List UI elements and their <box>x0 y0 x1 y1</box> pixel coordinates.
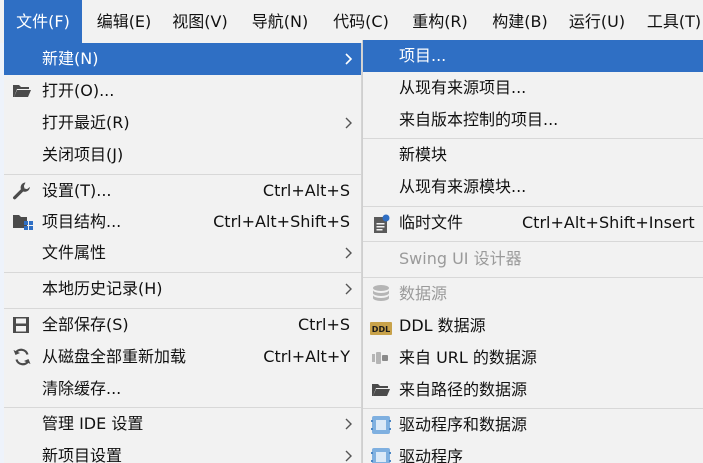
new-submenu-driver-label: 驱动程序 <box>399 447 464 463</box>
new-submenu-data-source: 数据源 <box>363 278 703 310</box>
file-menu-local-history[interactable]: 本地历史记录(H) <box>4 273 361 305</box>
file-menu-open-label: 打开(O)... <box>42 81 115 100</box>
new-submenu-module-from-existing[interactable]: 从现有来源模块... <box>363 171 703 203</box>
driver-icon <box>371 447 391 463</box>
save-icon <box>12 316 32 336</box>
file-menu-file-properties[interactable]: 文件属性 <box>4 237 361 268</box>
new-submenu-project-from-existing[interactable]: 从现有来源项目... <box>363 72 703 104</box>
folder-datasource-icon <box>371 381 391 401</box>
file-menu: 新建(N) 打开(O)... 打开最近(R) 关闭项目(J) 设置(T)... … <box>4 43 362 463</box>
submenu-arrow-icon <box>345 43 355 75</box>
new-submenu-scratch-file[interactable]: 临时文件 Ctrl+Alt+Shift+Insert <box>363 207 703 239</box>
file-menu-new-project-settings[interactable]: 新项目设置 <box>4 440 361 463</box>
new-submenu-scratch-file-shortcut: Ctrl+Alt+Shift+Insert <box>522 213 695 232</box>
file-menu-new-project-settings-label: 新项目设置 <box>42 446 123 463</box>
new-submenu: 项目... 从现有来源项目... 来自版本控制的项目... 新模块 从现有来源模… <box>362 40 703 463</box>
project-structure-icon <box>12 212 33 232</box>
file-menu-save-all[interactable]: 全部保存(S) Ctrl+S <box>4 309 361 341</box>
menubar-refactor[interactable]: 重构(R) <box>404 0 476 43</box>
new-submenu-path-data-source[interactable]: 来自路径的数据源 <box>363 374 703 406</box>
new-submenu-path-data-source-label: 来自路径的数据源 <box>399 380 528 399</box>
svg-text:DDL: DDL <box>372 325 390 334</box>
submenu-arrow-icon <box>345 273 355 305</box>
menubar-tools[interactable]: 工具(T) <box>638 0 703 43</box>
file-menu-settings[interactable]: 设置(T)... Ctrl+Alt+S <box>4 175 361 206</box>
wrench-icon <box>12 181 32 201</box>
new-submenu-ddl-data-source-label: DDL 数据源 <box>399 316 486 335</box>
new-submenu-url-data-source[interactable]: 来自 URL 的数据源 <box>363 342 703 374</box>
new-submenu-project[interactable]: 项目... <box>363 40 703 72</box>
file-menu-open-recent[interactable]: 打开最近(R) <box>4 107 361 139</box>
file-menu-reload-all-shortcut: Ctrl+Alt+Y <box>263 347 350 366</box>
url-datasource-icon <box>371 349 391 369</box>
file-menu-new-label: 新建(N) <box>42 49 99 68</box>
new-submenu-driver-and-data-source[interactable]: 驱动程序和数据源 <box>363 409 703 441</box>
file-menu-settings-shortcut: Ctrl+Alt+S <box>262 181 350 200</box>
folder-open-icon <box>12 82 32 102</box>
file-menu-invalidate-caches-label: 清除缓存... <box>42 379 122 398</box>
new-submenu-project-from-existing-label: 从现有来源项目... <box>399 78 527 97</box>
new-submenu-scratch-file-label: 临时文件 <box>399 213 464 232</box>
new-submenu-swing-designer: Swing UI 设计器 <box>363 242 703 275</box>
menubar-build[interactable]: 构建(B) <box>484 0 556 43</box>
file-menu-reload-all-label: 从磁盘全部重新加载 <box>42 347 187 366</box>
new-submenu-project-from-vcs[interactable]: 来自版本控制的项目... <box>363 104 703 136</box>
menubar: 文件(F) 编辑(E) 视图(V) 导航(N) 代码(C) 重构(R) 构建(B… <box>0 0 703 43</box>
new-submenu-ddl-data-source[interactable]: DDL DDL 数据源 <box>363 310 703 342</box>
new-submenu-module[interactable]: 新模块 <box>363 139 703 171</box>
menubar-file[interactable]: 文件(F) <box>4 0 82 43</box>
new-submenu-driver-and-data-source-label: 驱动程序和数据源 <box>399 415 528 434</box>
menubar-navigate[interactable]: 导航(N) <box>244 0 316 43</box>
new-submenu-data-source-label: 数据源 <box>399 284 448 303</box>
menubar-view[interactable]: 视图(V) <box>164 0 236 43</box>
file-menu-manage-ide-settings-label: 管理 IDE 设置 <box>42 414 144 433</box>
new-submenu-driver[interactable]: 驱动程序 <box>363 441 703 463</box>
file-menu-save-all-label: 全部保存(S) <box>42 315 129 334</box>
submenu-arrow-icon <box>345 440 355 463</box>
file-menu-project-structure-label: 项目结构... <box>42 212 122 231</box>
file-menu-close-project-label: 关闭项目(J) <box>42 145 124 164</box>
ddl-icon: DDL <box>370 320 392 335</box>
file-menu-invalidate-caches[interactable]: 清除缓存... <box>4 373 361 405</box>
file-menu-reload-all[interactable]: 从磁盘全部重新加载 Ctrl+Alt+Y <box>4 341 361 373</box>
new-submenu-swing-designer-label: Swing UI 设计器 <box>399 249 522 268</box>
menubar-code[interactable]: 代码(C) <box>325 0 397 43</box>
file-menu-local-history-label: 本地历史记录(H) <box>42 279 163 298</box>
scratch-file-icon <box>372 214 392 234</box>
new-submenu-module-label: 新模块 <box>399 145 448 164</box>
file-menu-save-all-shortcut: Ctrl+S <box>297 315 350 334</box>
new-submenu-project-from-vcs-label: 来自版本控制的项目... <box>399 110 559 129</box>
new-submenu-project-label: 项目... <box>399 46 447 65</box>
submenu-arrow-icon <box>345 408 355 440</box>
file-menu-open-recent-label: 打开最近(R) <box>42 113 130 132</box>
new-submenu-module-from-existing-label: 从现有来源模块... <box>399 177 527 196</box>
file-menu-manage-ide-settings[interactable]: 管理 IDE 设置 <box>4 408 361 440</box>
menubar-edit[interactable]: 编辑(E) <box>88 0 160 43</box>
submenu-arrow-icon <box>345 237 355 268</box>
file-menu-file-properties-label: 文件属性 <box>42 243 107 262</box>
new-submenu-url-data-source-label: 来自 URL 的数据源 <box>399 348 537 367</box>
reload-icon <box>12 348 32 368</box>
submenu-arrow-icon <box>345 107 355 139</box>
file-menu-new[interactable]: 新建(N) <box>4 43 361 75</box>
file-menu-settings-label: 设置(T)... <box>42 181 112 200</box>
file-menu-project-structure-shortcut: Ctrl+Alt+Shift+S <box>213 212 350 231</box>
file-menu-project-structure[interactable]: 项目结构... Ctrl+Alt+Shift+S <box>4 206 361 237</box>
menubar-run[interactable]: 运行(U) <box>561 0 633 43</box>
file-menu-open[interactable]: 打开(O)... <box>4 75 361 107</box>
driver-datasource-icon <box>371 415 391 435</box>
file-menu-close-project[interactable]: 关闭项目(J) <box>4 139 361 171</box>
database-icon <box>371 284 391 304</box>
